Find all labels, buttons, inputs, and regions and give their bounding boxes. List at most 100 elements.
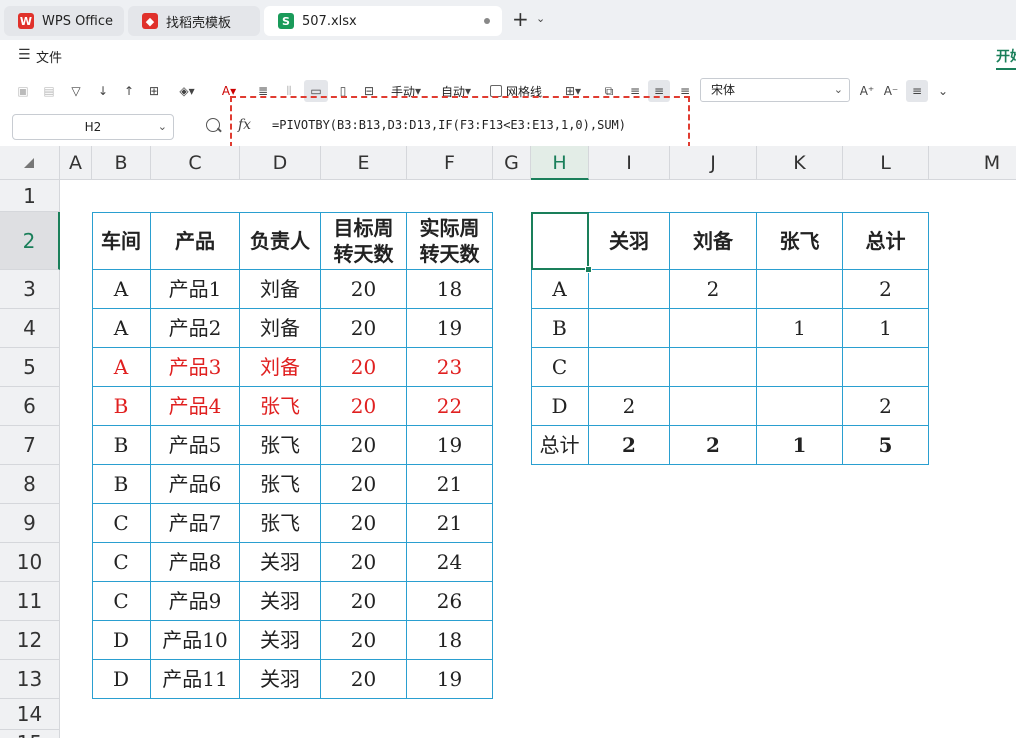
borders-icon[interactable]: ⊞ [144, 80, 164, 102]
source-cell: 产品6 [151, 465, 240, 504]
source-cell: 21 [407, 465, 493, 504]
tab-bar: W WPS Office ◆ 找稻壳模板 S 507.xlsx + ⌄ [0, 0, 1016, 40]
row-header-15[interactable]: 15 [0, 730, 60, 738]
source-cell: 26 [407, 582, 493, 621]
source-cell: B [92, 387, 151, 426]
pivot-total-cell: 总计 [531, 426, 589, 465]
pivot-cell [670, 309, 757, 348]
row-header-3[interactable]: 3 [0, 270, 60, 309]
select-all-corner[interactable] [0, 146, 60, 180]
row-header-5[interactable]: 5 [0, 348, 60, 387]
column-header-h[interactable]: H [531, 146, 589, 180]
font-size-increase-icon[interactable]: A⁺ [856, 80, 878, 102]
source-cell: 产品4 [151, 387, 240, 426]
row-header-13[interactable]: 13 [0, 660, 60, 699]
column-header-l[interactable]: L [843, 146, 929, 180]
row-header-12[interactable]: 12 [0, 621, 60, 660]
row-header-9[interactable]: 9 [0, 504, 60, 543]
chevron-down-icon[interactable]: ⌄ [536, 12, 545, 25]
source-header-cell: 车间 [92, 212, 151, 270]
filter-icon[interactable]: ▽ [66, 80, 86, 102]
column-header-e[interactable]: E [321, 146, 407, 180]
spreadsheet-icon: S [278, 13, 294, 29]
source-header-line: 负责人 [250, 228, 310, 253]
tab-workbook[interactable]: S 507.xlsx [264, 6, 502, 36]
pivot-total-cell: 1 [757, 426, 843, 465]
source-cell: B [92, 465, 151, 504]
row-header-14[interactable]: 14 [0, 699, 60, 730]
column-header-k[interactable]: K [757, 146, 843, 180]
more-chevron-icon[interactable]: ⌄ [932, 80, 954, 102]
row-header-4[interactable]: 4 [0, 309, 60, 348]
source-cell: 产品9 [151, 582, 240, 621]
row-header-1[interactable]: 1 [0, 180, 60, 212]
menu-start[interactable]: 开始 [996, 46, 1016, 66]
paste-icon[interactable]: ▣ [12, 80, 34, 102]
name-box[interactable]: H2 ⌄ [12, 114, 174, 140]
pivot-cell: 2 [589, 387, 670, 426]
column-header-j[interactable]: J [670, 146, 757, 180]
row-header-6[interactable]: 6 [0, 387, 60, 426]
pivot-cell [589, 270, 670, 309]
source-cell: 20 [321, 582, 407, 621]
source-header-line: 目标周 [333, 215, 394, 240]
hamburger-menu-icon[interactable]: ☰ [18, 47, 31, 63]
sort-asc-icon[interactable]: ↓ [92, 80, 114, 102]
column-header-m[interactable]: M [929, 146, 1016, 180]
column-header-d[interactable]: D [240, 146, 321, 180]
source-cell: 刘备 [240, 309, 321, 348]
source-cell: 23 [407, 348, 493, 387]
source-cell: 产品11 [151, 660, 240, 699]
source-cell: C [92, 582, 151, 621]
source-header-line: 产品 [175, 228, 215, 253]
wps-logo-icon: W [18, 13, 34, 29]
fill-color-icon[interactable]: ◈▾ [170, 80, 204, 102]
source-cell: 张飞 [240, 387, 321, 426]
tab-daoke-template[interactable]: ◆ 找稻壳模板 [128, 6, 260, 36]
source-cell: 21 [407, 504, 493, 543]
font-size-decrease-icon[interactable]: A⁻ [880, 80, 902, 102]
format-painter-icon[interactable]: ▤ [38, 80, 60, 102]
menu-file[interactable]: 文件 [36, 47, 62, 66]
source-cell: 张飞 [240, 426, 321, 465]
tab-label: 找稻壳模板 [166, 15, 232, 31]
source-cell: 18 [407, 270, 493, 309]
source-cell: 20 [321, 621, 407, 660]
row-header-8[interactable]: 8 [0, 465, 60, 504]
tab-label: 507.xlsx [302, 13, 357, 29]
source-header-cell: 产品 [151, 212, 240, 270]
pivot-header-cell: 张飞 [757, 212, 843, 270]
row-header-11[interactable]: 11 [0, 582, 60, 621]
align-justify-icon[interactable]: ≡ [906, 80, 928, 102]
row-header-7[interactable]: 7 [0, 426, 60, 465]
font-name-select[interactable]: 宋体 ⌄ [700, 78, 850, 102]
column-header-c[interactable]: C [151, 146, 240, 180]
pivot-cell [843, 348, 929, 387]
source-cell: 张飞 [240, 465, 321, 504]
source-cell: 产品8 [151, 543, 240, 582]
source-cell: 20 [321, 426, 407, 465]
source-cell: 产品3 [151, 348, 240, 387]
row-header-2[interactable]: 2 [0, 212, 60, 270]
selected-cell-outline[interactable] [531, 212, 589, 270]
fill-handle[interactable] [585, 266, 592, 273]
column-header-b[interactable]: B [92, 146, 151, 180]
unsaved-dot-icon[interactable] [484, 18, 490, 24]
source-cell: 20 [321, 309, 407, 348]
pivot-cell [757, 348, 843, 387]
source-cell: D [92, 660, 151, 699]
source-cell: 刘备 [240, 270, 321, 309]
column-header-i[interactable]: I [589, 146, 670, 180]
pivot-cell [757, 270, 843, 309]
spreadsheet-grid[interactable]: ABCDEFGHIJKLM 123456789101112131415 车间产品… [0, 146, 1016, 738]
row-header-10[interactable]: 10 [0, 543, 60, 582]
source-cell: A [92, 270, 151, 309]
column-header-g[interactable]: G [493, 146, 531, 180]
zoom-icon[interactable] [206, 118, 220, 132]
tab-wps-office[interactable]: W WPS Office [4, 6, 124, 36]
column-header-f[interactable]: F [407, 146, 493, 180]
pivot-header-cell: 刘备 [670, 212, 757, 270]
new-tab-plus-icon[interactable]: + [512, 9, 529, 29]
column-header-a[interactable]: A [60, 146, 92, 180]
sort-desc-icon[interactable]: ↑ [118, 80, 140, 102]
